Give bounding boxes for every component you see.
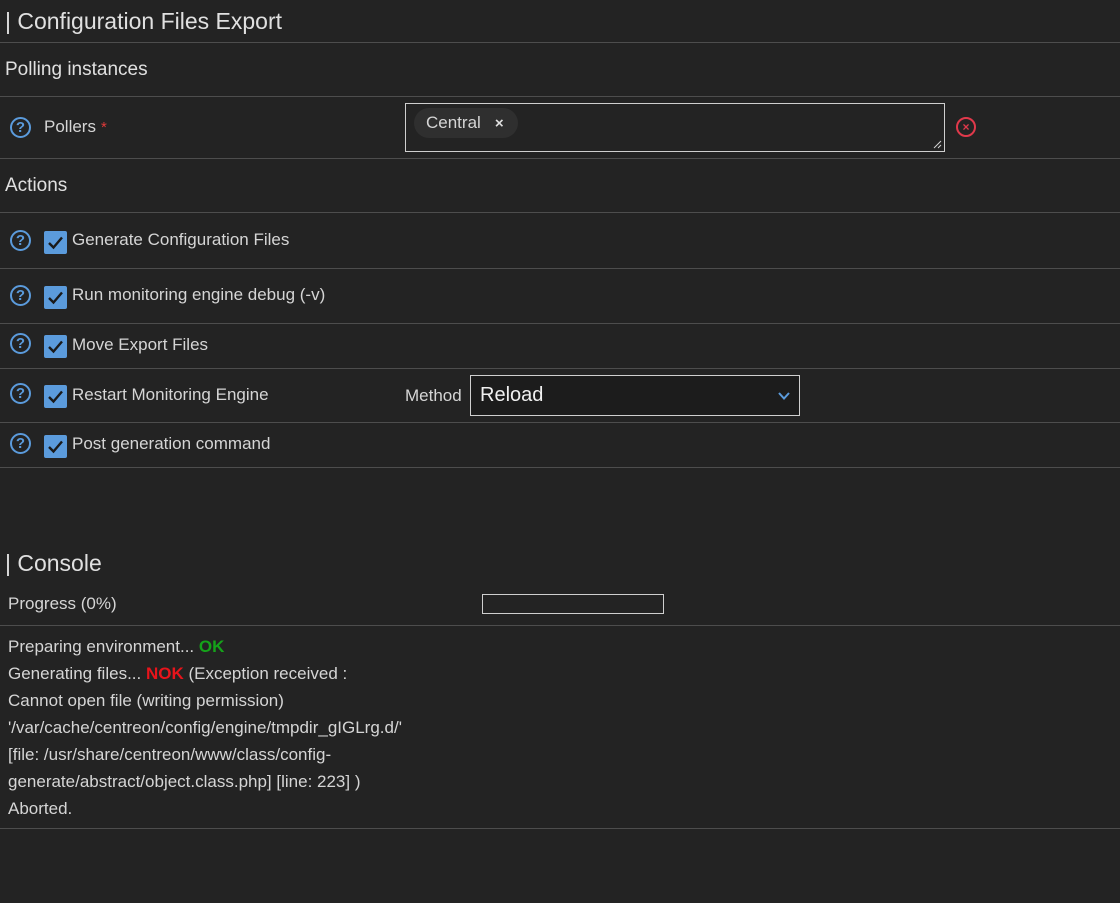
method-label: Method [405,386,462,405]
debug-checkbox[interactable] [44,286,67,309]
divider [0,158,1120,159]
restart-help-icon[interactable]: ? [10,383,31,404]
divider [0,42,1120,43]
generate-files-checkbox[interactable] [44,231,67,254]
polling-instances-heading: Polling instances [5,59,148,80]
page-title: | Configuration Files Export [5,8,282,34]
generate-files-help-icon[interactable]: ? [10,230,31,251]
divider [0,212,1120,213]
check-icon [48,340,63,354]
method-value: Reload [480,384,544,406]
console-output: Preparing environment... OK Generating f… [8,633,448,822]
move-files-label: Move Export Files [72,335,209,354]
console-title: | Console [5,550,102,576]
pollers-help-icon[interactable]: ? [10,117,31,138]
divider [0,368,1120,369]
poller-chip-label: Central [426,113,481,132]
check-icon [48,440,63,454]
generate-files-label: Generate Configuration Files [72,230,290,249]
status-nok: NOK [145,664,184,683]
restart-checkbox[interactable] [44,385,67,408]
pollers-label-text: Pollers [44,117,96,136]
pollers-label: Pollers * [44,117,107,137]
console-text: (Exception received : [183,664,348,683]
console-line: [file: /usr/share/centreon/www/class/con… [8,745,332,764]
required-marker: * [100,119,107,136]
console-line: '/var/cache/centreon/config/engine/tmpdi… [8,718,402,737]
divider [0,323,1120,324]
debug-label: Run monitoring engine debug (-v) [72,285,326,304]
post-command-label: Post generation command [72,434,271,453]
progress-bar [482,594,664,614]
actions-heading: Actions [5,175,68,196]
check-icon [48,236,63,250]
pollers-select[interactable]: Central × [405,103,945,152]
poller-chip-central: Central × [414,108,518,138]
check-icon [48,390,63,404]
console-line: generate/abstract/object.class.php] [lin… [8,772,361,791]
remove-poller-icon[interactable]: × [495,115,504,132]
post-command-checkbox[interactable] [44,435,67,458]
status-ok: OK [198,637,225,656]
console-line: Generating files... NOK (Exception recei… [8,660,448,687]
move-files-checkbox[interactable] [44,335,67,358]
console-line: Cannot open file (writing permission) [8,691,284,710]
console-text: Generating files... [8,664,146,683]
divider [0,268,1120,269]
console-text: Preparing environment... [8,637,199,656]
debug-help-icon[interactable]: ? [10,285,31,306]
console-line: Aborted. [8,799,73,818]
progress-label: Progress (0%) [8,594,117,613]
resize-grip-icon[interactable] [933,140,942,149]
divider [0,422,1120,423]
move-files-help-icon[interactable]: ? [10,333,31,354]
post-command-help-icon[interactable]: ? [10,433,31,454]
divider [0,828,1120,829]
divider [0,625,1120,626]
console-line: Preparing environment... OK [8,633,448,660]
check-icon [48,291,63,305]
configuration-export-page: | Configuration Files Export Polling ins… [0,0,1120,903]
restart-label: Restart Monitoring Engine [72,385,269,404]
clear-pollers-icon[interactable]: × [956,117,976,137]
divider [0,96,1120,97]
method-select[interactable]: Reload [470,375,800,416]
divider [0,467,1120,468]
chevron-down-icon [778,392,790,400]
